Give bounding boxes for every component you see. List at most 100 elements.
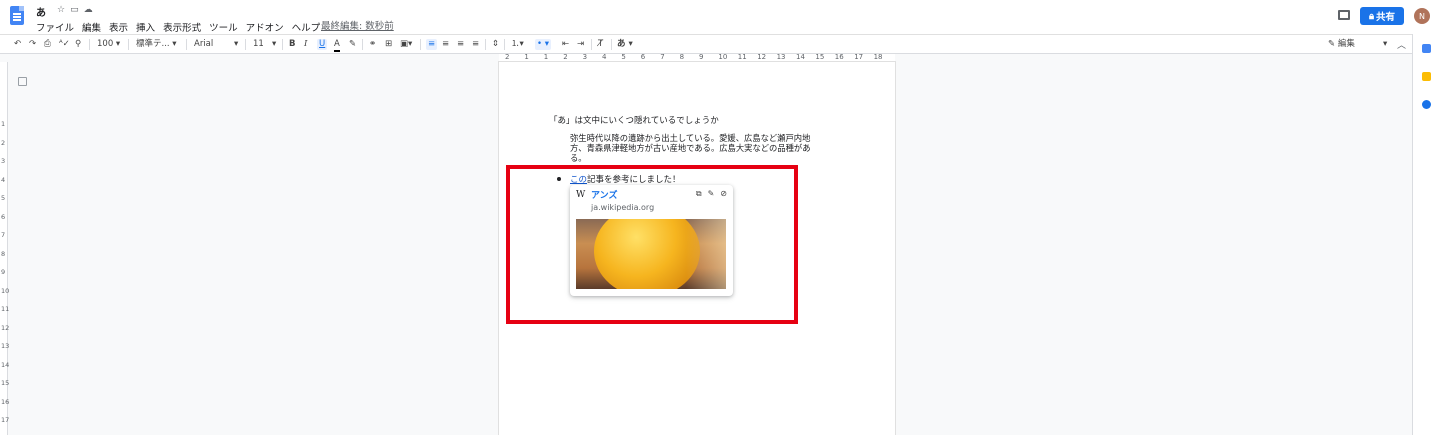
ruler-tick-label: 2 <box>563 53 568 61</box>
bulleted-list-icon[interactable]: • ▾ <box>535 39 551 50</box>
menu-format[interactable]: 表示形式 <box>163 20 201 34</box>
ruler-tick-label: 6 <box>640 53 646 61</box>
mode-arrow-icon[interactable]: ▾ <box>1383 39 1387 50</box>
ruler-tick-label: 2 <box>505 53 510 61</box>
ruler-tick-label: 7 <box>660 53 665 61</box>
ruler-tick-label: 1 <box>524 53 529 61</box>
increase-indent-icon[interactable]: ⇥ <box>577 39 584 50</box>
editing-mode-select[interactable]: ✎ 編集 <box>1328 39 1355 50</box>
paragraph-line: 弥生時代以降の遺跡から出土している。愛媛、広島など瀬戸内地 <box>570 133 811 143</box>
ruler-tick-label: 3 <box>582 53 588 61</box>
align-center-icon[interactable]: ≡ <box>442 39 449 50</box>
italic-button[interactable]: I <box>304 39 307 50</box>
share-label: 共有 <box>1376 12 1396 23</box>
menu-help[interactable]: ヘルプ <box>292 20 321 34</box>
ruler-tick-label: 17 <box>854 53 864 61</box>
side-panel <box>1412 34 1440 435</box>
menu-insert[interactable]: 挿入 <box>136 20 155 34</box>
redo-icon[interactable]: ↷ <box>29 39 36 50</box>
calendar-icon[interactable] <box>1422 44 1431 53</box>
insert-link-icon[interactable]: ⚭ <box>369 39 376 50</box>
menu-bar: ファイル 編集 表示 挿入 表示形式 ツール アドオン ヘルプ <box>36 20 320 34</box>
paragraph-line: る。 <box>570 153 587 163</box>
input-tools-button[interactable]: あ ▾ <box>617 39 633 50</box>
align-left-icon[interactable]: ≡ <box>426 39 438 50</box>
highlight-color-icon[interactable]: ✎ <box>349 39 356 50</box>
document-paragraph[interactable]: 弥生時代以降の遺跡から出土している。愛媛、広島など瀬戸内地 方、青森県津軽地方が… <box>570 133 835 163</box>
font-select-arrow-icon[interactable]: ▾ <box>234 39 238 50</box>
ruler-tick-label: 18 <box>873 53 883 61</box>
numbered-list-icon[interactable]: ⒈▾ <box>511 39 524 50</box>
comment-history-icon[interactable] <box>1338 10 1350 20</box>
menu-tools[interactable]: ツール <box>209 20 238 34</box>
ruler-tick-label: 11 <box>737 53 747 61</box>
cloud-status-icon[interactable]: ☁ <box>84 5 93 15</box>
ruler-tick-label: 16 <box>1 397 10 406</box>
star-icon[interactable]: ☆ <box>57 5 65 15</box>
ruler-tick-label: 17 <box>1 416 10 424</box>
ruler-tick-label: 8 <box>1 249 6 258</box>
ruler-tick-label: 7 <box>1 231 6 239</box>
underline-button[interactable]: U <box>317 39 328 50</box>
align-justify-icon[interactable]: ≡ <box>472 39 479 50</box>
menu-edit[interactable]: 編集 <box>82 20 101 34</box>
ruler-tick-label: 8 <box>679 53 685 61</box>
style-select[interactable]: 標準テ... ▾ <box>136 39 177 50</box>
decrease-indent-icon[interactable]: ⇤ <box>562 39 569 50</box>
spellcheck-icon[interactable]: ᴬ✓ <box>59 39 70 50</box>
ruler-tick-label: 12 <box>757 53 767 61</box>
title-actions: ☆ ▭ ☁ <box>57 5 93 15</box>
ruler-tick-label: 5 <box>1 194 6 202</box>
lock-icon: 🔒︎ <box>1368 10 1375 22</box>
keep-icon[interactable] <box>1422 72 1431 81</box>
font-size-select[interactable]: 11 <box>253 39 264 50</box>
horizontal-ruler[interactable]: 2 1 1 2 3 4 5 6 7 8 9 10 11 12 13 14 15 16 17 18 <box>499 53 895 62</box>
line-spacing-icon[interactable]: ⇕ <box>492 39 499 50</box>
insert-comment-icon[interactable]: ⊞ <box>385 39 392 50</box>
menu-view[interactable]: 表示 <box>109 20 128 34</box>
text-color-button[interactable]: A <box>334 39 340 52</box>
move-folder-icon[interactable]: ▭ <box>70 5 79 15</box>
ruler-tick-label: 6 <box>1 212 6 221</box>
font-select[interactable]: Arial <box>194 39 213 50</box>
google-docs-window: あ ☆ ▭ ☁ ファイル 編集 表示 挿入 表示形式 ツール アドオン ヘルプ … <box>0 0 1440 435</box>
undo-icon[interactable]: ↶ <box>14 39 21 50</box>
account-avatar[interactable]: N <box>1414 8 1430 24</box>
document-heading[interactable]: 「あ」は文中にいくつ隠れているでしょうか <box>549 114 719 126</box>
ruler-tick-label: 4 <box>1 175 6 184</box>
ruler-tick-label: 15 <box>815 53 825 61</box>
document-title[interactable]: あ <box>36 4 46 19</box>
ruler-tick-label: 10 <box>718 53 728 61</box>
docs-logo-icon[interactable] <box>10 6 24 25</box>
ruler-tick-label: 9 <box>699 53 704 61</box>
print-icon[interactable]: ⎙ <box>44 39 51 50</box>
zoom-select[interactable]: 100 ▾ <box>97 39 120 50</box>
ruler-tick-label: 14 <box>1 360 10 369</box>
ruler-tick-label: 3 <box>1 157 6 165</box>
formatting-toolbar: ↶ ↷ ⎙ ᴬ✓ ⚲ 100 ▾ 標準テ... ▾ Arial ▾ 11 ▾ B… <box>0 34 1440 54</box>
tasks-icon[interactable] <box>1422 100 1431 109</box>
insert-image-icon[interactable]: ▣▾ <box>400 39 412 50</box>
collapse-menus-icon[interactable]: ︿ <box>1397 38 1406 51</box>
document-outline-icon[interactable] <box>18 77 27 86</box>
ruler-tick-label: 10 <box>1 286 10 295</box>
clear-formatting-icon[interactable]: T̸ <box>598 39 603 50</box>
ruler-tick-label: 13 <box>776 53 786 61</box>
vertical-ruler[interactable]: 1 2 3 4 5 6 7 8 9 10 11 12 13 14 15 16 17 <box>0 62 10 435</box>
ruler-tick-label: 2 <box>1 138 6 147</box>
ruler-tick-label: 1 <box>1 120 6 128</box>
paint-format-icon[interactable]: ⚲ <box>75 39 81 50</box>
share-button[interactable]: 🔒︎ 共有 <box>1360 7 1404 25</box>
ruler-tick-label: 12 <box>1 323 10 332</box>
ruler-tick-label: 1 <box>543 53 549 61</box>
ruler-tick-label: 14 <box>796 53 805 61</box>
ruler-tick-label: 5 <box>621 53 626 61</box>
menu-addons[interactable]: アドオン <box>246 20 284 34</box>
align-right-icon[interactable]: ≡ <box>457 39 464 50</box>
font-size-arrow-icon[interactable]: ▾ <box>272 39 276 50</box>
ruler-tick-label: 13 <box>1 342 10 350</box>
menu-file[interactable]: ファイル <box>36 20 74 34</box>
last-edit-link[interactable]: 最終編集: 数秒前 <box>321 18 394 32</box>
bold-button[interactable]: B <box>289 39 295 50</box>
ruler-tick-label: 15 <box>1 379 10 387</box>
